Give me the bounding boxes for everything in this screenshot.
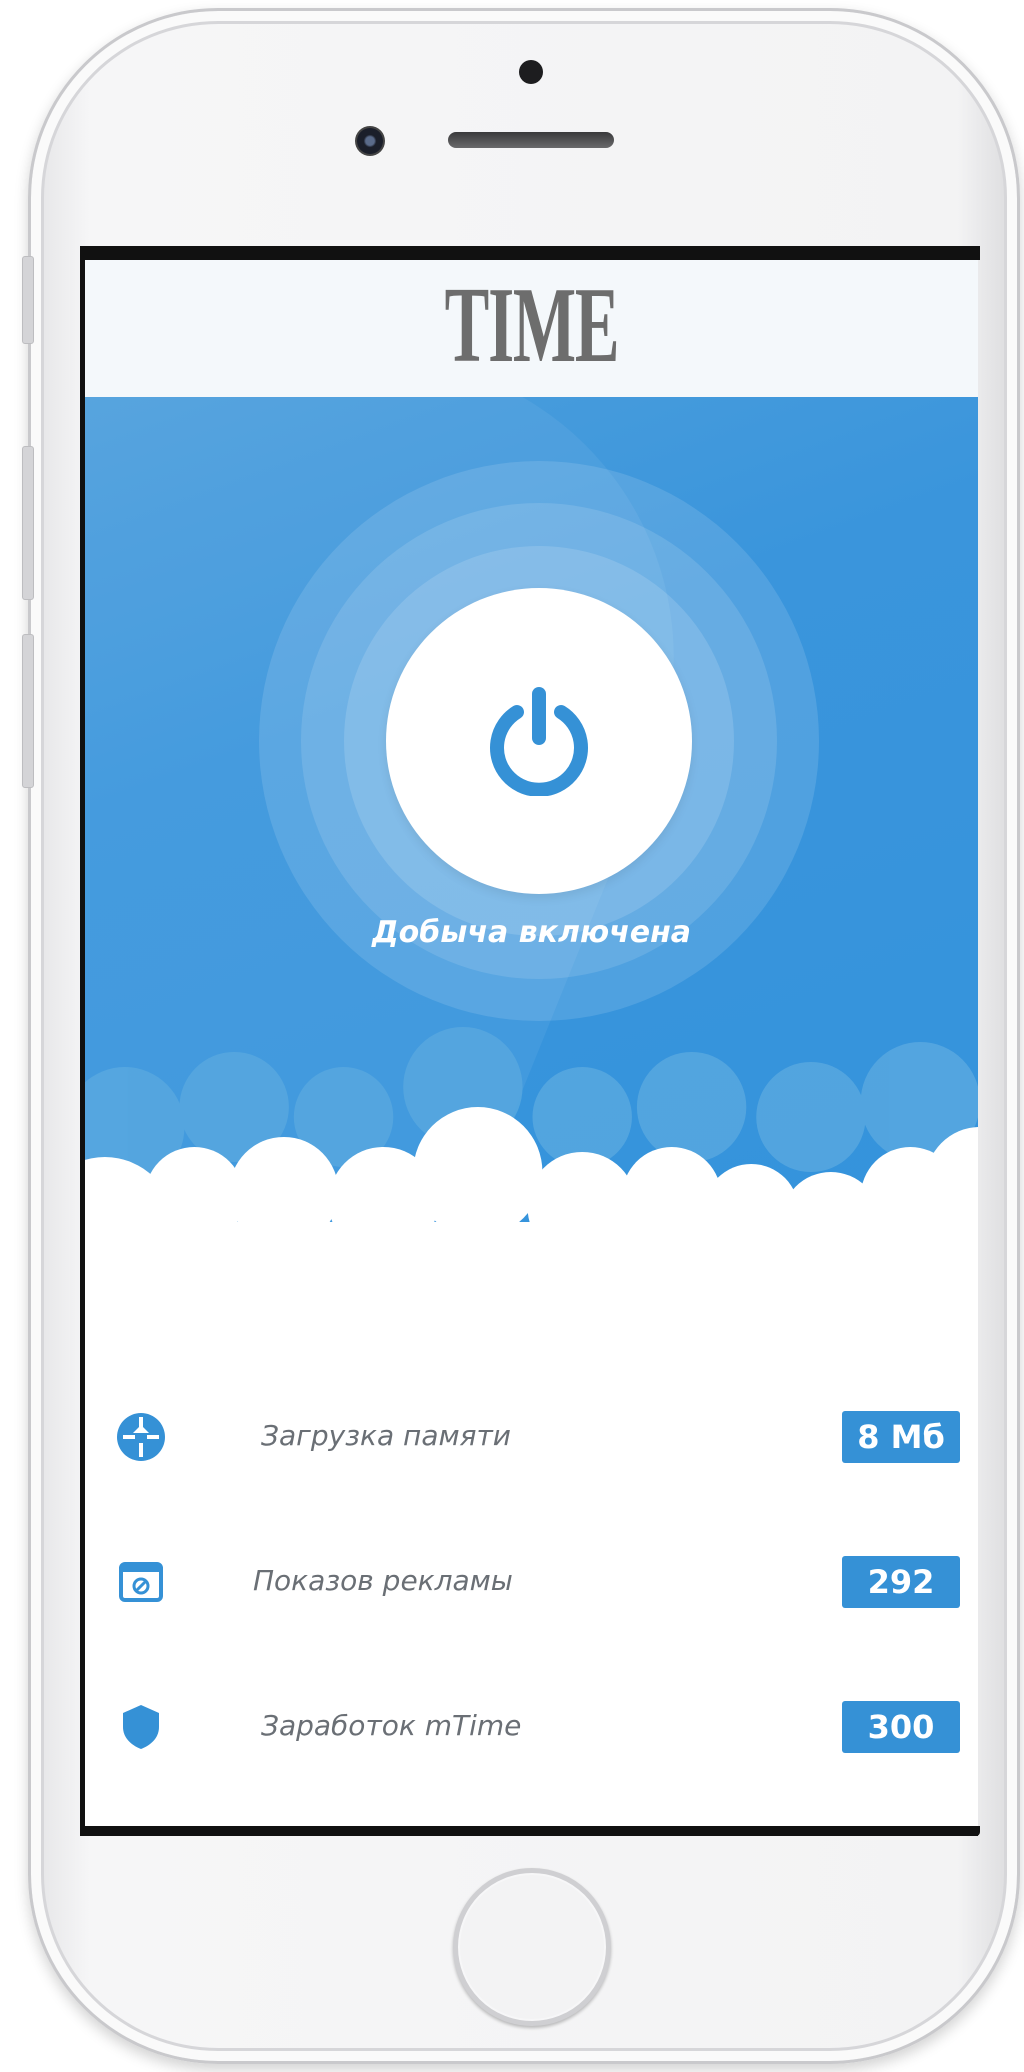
memory-sync-icon	[117, 1413, 165, 1461]
shield-icon	[123, 1705, 159, 1749]
clouds-decoration	[85, 1027, 978, 1257]
stat-value-badge: 8 Мб	[842, 1411, 960, 1463]
app-logo: TIME	[444, 266, 620, 385]
app-header: TIME	[85, 251, 978, 397]
front-camera	[355, 126, 385, 156]
earpiece-speaker	[448, 132, 614, 148]
stat-value-badge: 300	[842, 1701, 960, 1753]
volume-up-button	[22, 446, 34, 600]
proximity-sensor	[519, 60, 543, 84]
mining-status-text: Добыча включена	[371, 915, 692, 950]
stat-row-ads: Показов рекламы 292	[85, 1542, 978, 1622]
stats-list: Загрузка памяти 8 Мб Показов рекламы 292…	[85, 1257, 978, 1831]
volume-down-button	[22, 634, 34, 788]
home-button[interactable]	[453, 1868, 611, 2026]
power-icon	[490, 687, 588, 796]
stat-label: Показов рекламы	[253, 1564, 513, 1597]
stat-row-earnings: Заработок mTime 300	[85, 1687, 978, 1767]
screen-bezel-top	[80, 246, 980, 260]
mining-panel: Добыча включена	[85, 397, 978, 1257]
stat-label: Загрузка памяти	[261, 1419, 511, 1452]
power-button[interactable]	[386, 588, 692, 894]
phone-screen: TIME Добыча включена Загрузка памяти 8 М…	[80, 246, 978, 1836]
ad-screen-icon	[119, 1562, 163, 1602]
stat-row-memory: Загрузка памяти 8 Мб	[85, 1397, 978, 1477]
stat-value-badge: 292	[842, 1556, 960, 1608]
stat-label: Заработок mTime	[261, 1709, 522, 1742]
screen-bezel-bottom	[80, 1826, 980, 1836]
mute-switch	[22, 256, 34, 344]
